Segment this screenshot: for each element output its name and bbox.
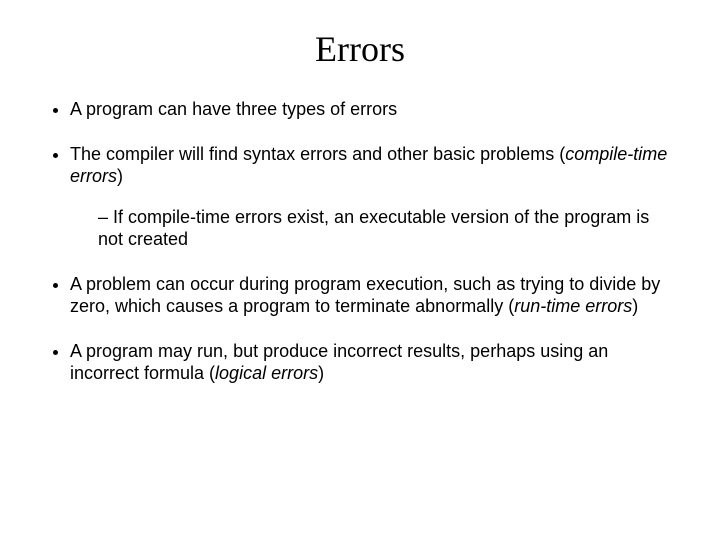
bullet-list: A program can have three types of errors…	[42, 98, 678, 385]
list-item: If compile-time errors exist, an executa…	[98, 206, 678, 251]
bullet-emphasis: logical errors	[215, 363, 318, 383]
list-item: A program can have three types of errors	[70, 98, 678, 121]
sub-list: If compile-time errors exist, an executa…	[70, 206, 678, 251]
bullet-text: If compile-time errors exist, an executa…	[98, 207, 649, 250]
bullet-text: )	[117, 166, 123, 186]
slide: Errors A program can have three types of…	[0, 28, 720, 540]
list-item: A problem can occur during program execu…	[70, 273, 678, 318]
bullet-text: )	[632, 296, 638, 316]
slide-title: Errors	[0, 28, 720, 70]
bullet-text: A program can have three types of errors	[70, 99, 397, 119]
list-item: A program may run, but produce incorrect…	[70, 340, 678, 385]
bullet-text: )	[318, 363, 324, 383]
list-item: The compiler will find syntax errors and…	[70, 143, 678, 251]
bullet-text: A program may run, but produce incorrect…	[70, 341, 608, 384]
bullet-text: The compiler will find syntax errors and…	[70, 144, 565, 164]
bullet-emphasis: run-time errors	[514, 296, 632, 316]
